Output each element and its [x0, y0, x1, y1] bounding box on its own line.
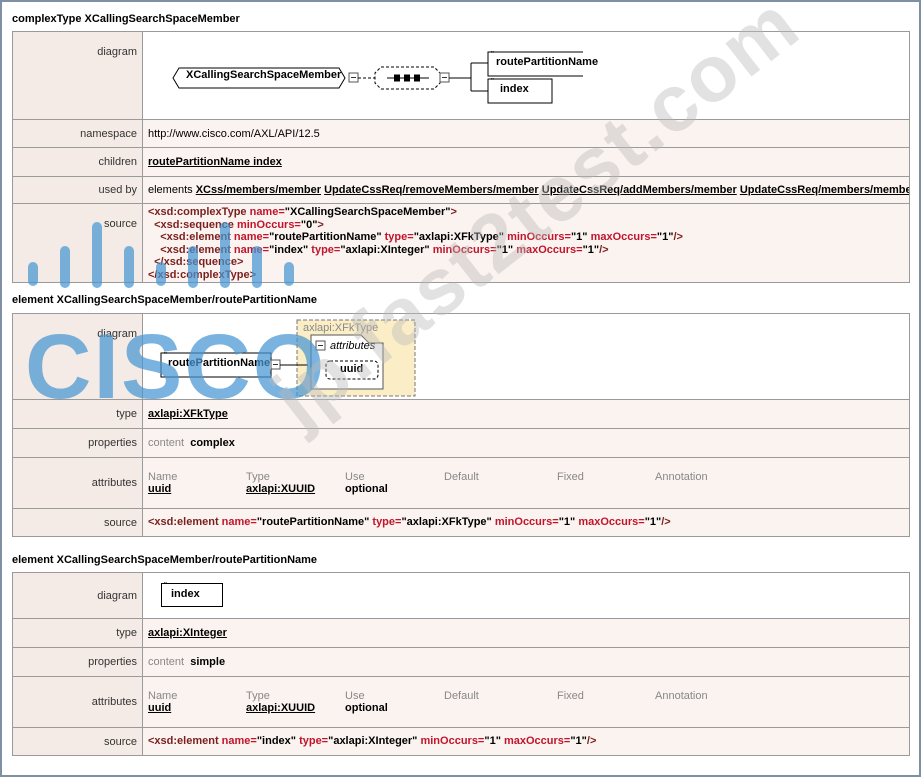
type-label: type [12, 618, 143, 648]
attr-fixed [557, 483, 655, 495]
svg-text:": " [491, 50, 494, 59]
index-element-box[interactable]: " index [161, 581, 223, 607]
properties-key: content [148, 437, 185, 449]
attr-header: Use [345, 471, 365, 483]
properties-content: complex [190, 437, 235, 449]
attr-default [444, 483, 557, 495]
section3-table: diagram " index type axlapi:XInteger pro… [12, 572, 910, 756]
source-label: source [12, 727, 143, 756]
attr-type[interactable]: axlapi:XUUID [246, 483, 345, 495]
attr-use: optional [345, 702, 388, 714]
diagram-cell: " index [142, 572, 910, 619]
attr-header: Name [148, 690, 178, 702]
attr-type[interactable]: axlapi:XUUID [246, 702, 345, 714]
source-label: source [12, 508, 143, 537]
source-line: <xsd:element name="routePartitionName" t… [148, 516, 671, 529]
properties-value: content complex [142, 428, 910, 458]
attr-header: Annotation [655, 690, 708, 702]
source-line: <xsd:element name="index" type="axlapi:X… [148, 735, 597, 748]
attr-header: Default [444, 690, 479, 702]
diagram-label: diagram [12, 31, 143, 120]
attr-fixed [557, 702, 655, 714]
type-link[interactable]: axlapi:XInteger [148, 627, 227, 639]
namespace-value: http://www.cisco.com/AXL/API/12.5 [142, 119, 910, 148]
source-code: <xsd:element name="routePartitionName" t… [142, 508, 910, 537]
source-label: source [12, 203, 143, 283]
attributes-label: attributes [12, 457, 143, 509]
source-code-block: <xsd:element name="routePartitionName" t… [148, 516, 909, 529]
svg-text:": " [491, 77, 494, 86]
properties-content: simple [190, 656, 226, 668]
source-code-block: <xsd:element name="index" type="axlapi:X… [148, 735, 909, 748]
attr-header: Type [246, 690, 270, 702]
attr-name[interactable]: uuid [148, 483, 246, 495]
source-code: <xsd:element name="index" type="axlapi:X… [142, 727, 910, 756]
properties-key: content [148, 656, 185, 668]
section1-heading: complexType XCallingSearchSpaceMember [12, 13, 240, 25]
attr-header: Name [148, 471, 178, 483]
properties-label: properties [12, 647, 143, 677]
child-index-label[interactable]: index [500, 83, 529, 95]
attr-default [444, 702, 557, 714]
section2-heading: element XCallingSearchSpaceMember/routeP… [12, 294, 318, 306]
properties-label: properties [12, 428, 143, 458]
root-type-label: XCallingSearchSpaceMember [186, 69, 342, 81]
attr-header: Default [444, 471, 479, 483]
attr-header: Annotation [655, 471, 708, 483]
namespace-label: namespace [12, 119, 143, 148]
attr-header: Use [345, 690, 365, 702]
child-routePartitionName-label[interactable]: routePartitionName [496, 56, 598, 68]
attr-header: Fixed [557, 471, 584, 483]
attr-header: Type [246, 471, 270, 483]
properties-value: content simple [142, 647, 910, 677]
attributes-table: Name Type Use Default Fixed Annotation u… [142, 676, 910, 728]
usedby-link[interactable]: UpdateCssReq/members/member [740, 184, 909, 196]
attr-annotation [655, 702, 765, 714]
children-label: children [12, 147, 143, 177]
attr-annotation [655, 483, 765, 495]
attr-use: optional [345, 483, 388, 495]
children-links[interactable]: routePartitionName index [148, 156, 282, 168]
usedby-label: used by [12, 176, 143, 204]
attr-name[interactable]: uuid [148, 702, 246, 714]
index-element-label: index [171, 588, 200, 600]
usedby-link[interactable]: XCss/members/member [196, 184, 321, 196]
section3-heading: element XCallingSearchSpaceMember/routeP… [12, 554, 318, 566]
diagram-label: diagram [12, 572, 143, 619]
usedby-prefix: elements [148, 184, 193, 196]
attr-header: Fixed [557, 690, 584, 702]
attributes-table: Name Type Use Default Fixed Annotation u… [142, 457, 910, 509]
attributes-label: attributes [12, 676, 143, 728]
